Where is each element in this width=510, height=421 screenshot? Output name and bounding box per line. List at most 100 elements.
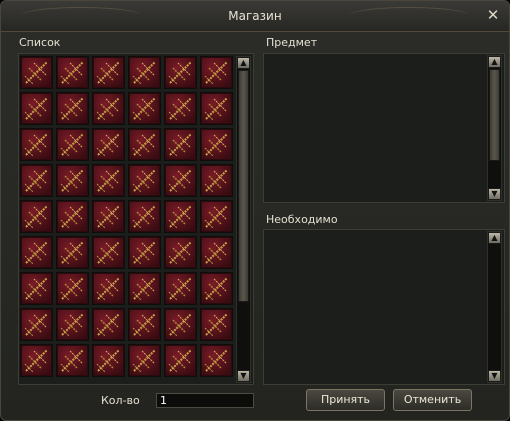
crossbow-icon — [132, 97, 156, 121]
item-slot[interactable] — [92, 308, 125, 341]
item-slot[interactable] — [128, 200, 161, 233]
crossbow-icon — [132, 277, 156, 301]
item-slot[interactable] — [92, 200, 125, 233]
crossbow-icon — [96, 277, 120, 301]
item-slot[interactable] — [164, 92, 197, 125]
crossbow-icon — [96, 241, 120, 265]
crossbow-icon — [60, 277, 84, 301]
item-slot[interactable] — [20, 272, 53, 305]
accept-button[interactable]: Принять — [306, 389, 385, 411]
crossbow-icon — [96, 97, 120, 121]
crossbow-icon — [60, 205, 84, 229]
item-slot[interactable] — [56, 164, 89, 197]
item-slot[interactable] — [20, 344, 53, 377]
list-scroll-up-icon[interactable]: ▲ — [237, 57, 250, 69]
crossbow-icon — [204, 205, 228, 229]
crossbow-icon — [24, 277, 48, 301]
item-scroll-up-icon[interactable]: ▲ — [488, 56, 501, 68]
item-slot[interactable] — [200, 92, 233, 125]
list-scrollbar[interactable]: ▲ ▼ — [236, 56, 251, 383]
item-slot[interactable] — [128, 236, 161, 269]
item-slot[interactable] — [20, 308, 53, 341]
item-slot[interactable] — [56, 56, 89, 89]
item-slot[interactable] — [200, 128, 233, 161]
item-slot[interactable] — [56, 272, 89, 305]
crossbow-icon — [60, 349, 84, 373]
item-slot[interactable] — [128, 128, 161, 161]
crossbow-icon — [60, 313, 84, 337]
required-scroll-down-icon[interactable]: ▼ — [488, 370, 501, 382]
item-slot[interactable] — [20, 56, 53, 89]
item-scroll-down-icon[interactable]: ▼ — [488, 188, 501, 200]
item-slot[interactable] — [164, 128, 197, 161]
item-slot[interactable] — [164, 344, 197, 377]
crossbow-icon — [60, 169, 84, 193]
list-scroll-down-icon[interactable]: ▼ — [237, 370, 250, 382]
shop-window: Магазин ✕ Список Предмет Необходимо ▲ ▼ … — [0, 0, 510, 421]
crossbow-icon — [132, 169, 156, 193]
item-slot[interactable] — [200, 272, 233, 305]
item-slot[interactable] — [200, 200, 233, 233]
item-slot[interactable] — [164, 308, 197, 341]
item-slot[interactable] — [20, 92, 53, 125]
crossbow-icon — [168, 205, 192, 229]
item-slot[interactable] — [128, 56, 161, 89]
crossbow-icon — [168, 241, 192, 265]
required-scroll-up-icon[interactable]: ▲ — [488, 232, 501, 244]
item-slot[interactable] — [128, 272, 161, 305]
item-slot[interactable] — [92, 344, 125, 377]
item-slot[interactable] — [20, 236, 53, 269]
crossbow-icon — [204, 133, 228, 157]
item-slot[interactable] — [128, 308, 161, 341]
item-slot[interactable] — [164, 164, 197, 197]
item-slot[interactable] — [92, 164, 125, 197]
list-scroll-thumb[interactable] — [238, 70, 249, 302]
crossbow-icon — [24, 241, 48, 265]
quantity-input[interactable] — [156, 393, 254, 408]
item-scrollbar[interactable]: ▲ ▼ — [487, 55, 502, 201]
item-slot[interactable] — [56, 344, 89, 377]
item-slot[interactable] — [164, 272, 197, 305]
item-slot[interactable] — [164, 200, 197, 233]
item-slot[interactable] — [20, 164, 53, 197]
item-slot[interactable] — [200, 164, 233, 197]
item-slot[interactable] — [92, 272, 125, 305]
item-slot[interactable] — [128, 92, 161, 125]
crossbow-icon — [204, 169, 228, 193]
item-slot[interactable] — [128, 164, 161, 197]
item-slot[interactable] — [200, 308, 233, 341]
item-slot[interactable] — [92, 236, 125, 269]
item-slot[interactable] — [56, 128, 89, 161]
item-slot[interactable] — [128, 344, 161, 377]
item-slot[interactable] — [164, 56, 197, 89]
item-slot[interactable] — [20, 128, 53, 161]
list-label: Список — [19, 36, 61, 49]
item-slot[interactable] — [56, 200, 89, 233]
item-slot[interactable] — [200, 344, 233, 377]
item-slot[interactable] — [92, 128, 125, 161]
cancel-button[interactable]: Отменить — [393, 389, 472, 411]
item-slot[interactable] — [92, 92, 125, 125]
item-slot[interactable] — [92, 56, 125, 89]
item-slot[interactable] — [200, 236, 233, 269]
crossbow-icon — [204, 277, 228, 301]
crossbow-icon — [132, 313, 156, 337]
close-icon[interactable]: ✕ — [485, 7, 501, 23]
crossbow-icon — [132, 241, 156, 265]
title-bar[interactable]: Магазин ✕ — [1, 1, 509, 32]
crossbow-icon — [204, 97, 228, 121]
item-slot[interactable] — [56, 308, 89, 341]
item-slot[interactable] — [20, 200, 53, 233]
crossbow-icon — [168, 313, 192, 337]
item-slot[interactable] — [164, 236, 197, 269]
item-scroll-thumb[interactable] — [489, 69, 500, 161]
required-scrollbar[interactable]: ▲ ▼ — [487, 231, 502, 383]
crossbow-icon — [168, 349, 192, 373]
crossbow-icon — [24, 313, 48, 337]
required-label: Необходимо — [266, 213, 338, 226]
item-slot[interactable] — [200, 56, 233, 89]
crossbow-icon — [96, 205, 120, 229]
item-slot[interactable] — [56, 92, 89, 125]
crossbow-icon — [60, 133, 84, 157]
item-slot[interactable] — [56, 236, 89, 269]
